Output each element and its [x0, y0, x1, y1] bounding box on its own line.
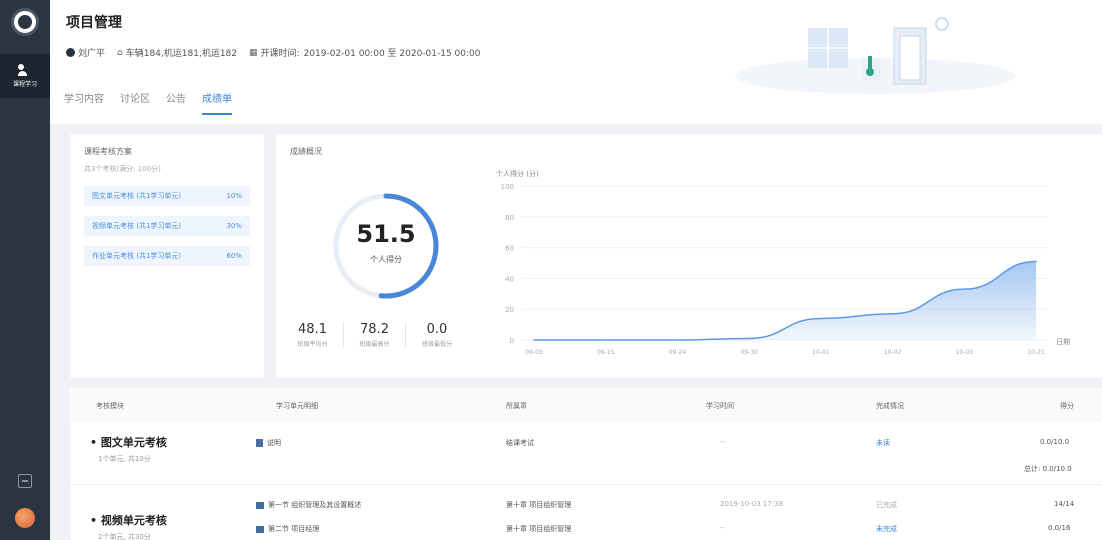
- plan-item-label: 图文单元考核 (共1学习单元): [92, 192, 182, 200]
- time-cell: 2019-10-03 17:38: [720, 500, 784, 508]
- plan-item-label: 作业单元考核 (共1学习单元): [92, 252, 182, 260]
- score-trend-chart: 0 20 40 60 80 100 个人得分 (分) 日期 09-03 09-15 09-24 09-…: [496, 169, 1070, 356]
- overview-title: 成绩概况: [290, 147, 322, 156]
- x-tick-label: 09-24: [669, 349, 687, 356]
- stat-class-highest: 78.2 班级最高分: [344, 322, 406, 348]
- tab-study-content[interactable]: 学习内容: [64, 90, 104, 115]
- data-point: [533, 339, 535, 341]
- document-icon: [256, 439, 263, 447]
- personal-score-label: 个人得分: [370, 255, 402, 264]
- data-point: [748, 337, 750, 340]
- time-prefix: 开课时间:: [260, 49, 300, 59]
- tab-announcement[interactable]: 公告: [166, 90, 186, 115]
- time-cell: --: [720, 524, 726, 532]
- page-title: 项目管理: [66, 15, 122, 31]
- group-total: 总计: 0.0/10.0: [1024, 465, 1072, 473]
- time-range: 2019-02-01 00:00 至 2020-01-15 00:00: [303, 49, 481, 59]
- home-icon: ⌂: [117, 47, 123, 58]
- y-tick-label: 0: [510, 337, 514, 345]
- table-header: 考核模块 学习单元明细 所属章 学习时间 完成情况 得分: [70, 388, 1102, 422]
- x-tick-label: 10-21: [1027, 349, 1045, 356]
- col-header: 学习时间: [706, 402, 734, 410]
- status-cell[interactable]: 未读: [876, 438, 890, 448]
- plan-item[interactable]: 视频单元考核 (共1学习单元) 30%: [84, 216, 250, 236]
- unit-link[interactable]: 第二节 项目经理: [256, 524, 319, 534]
- video-icon: [256, 525, 264, 533]
- status-cell[interactable]: 未完成: [876, 524, 897, 534]
- data-point: [820, 317, 822, 320]
- course-meta: 刘广平 ⌂ 车辆184,机运181,机运182 ▦ 开课时间: 2019-02-…: [66, 46, 493, 59]
- time-cell: --: [720, 438, 726, 446]
- y-tick-label: 40: [505, 275, 514, 283]
- y-axis-label: 个人得分 (分): [496, 169, 539, 178]
- assessment-plan-card: 课程考核方案 共3个考核(满分: 100分) 图文单元考核 (共1学习单元) 1…: [70, 134, 264, 378]
- teacher-name: 刘广平: [78, 49, 106, 59]
- unit-link[interactable]: 第一节 组织管理及其设置概述: [256, 500, 361, 510]
- y-tick-label: 60: [505, 245, 514, 253]
- y-tick-label: 80: [505, 214, 514, 222]
- y-tick-label: 20: [505, 306, 514, 314]
- data-point: [963, 288, 966, 290]
- data-point: [891, 313, 894, 315]
- group-title: • 视频单元考核: [90, 514, 167, 527]
- col-header: 学习单元明细: [276, 402, 318, 410]
- sidebar-item-course-study[interactable]: 课程学习: [0, 54, 50, 98]
- course-header: 项目管理 刘广平 ⌂ 车辆184,机运181,机运182 ▦ 开课时间: 201…: [50, 0, 1102, 124]
- data-point: [604, 339, 607, 341]
- sidebar: 课程学习: [0, 0, 50, 540]
- x-tick-label: 10-03: [956, 349, 974, 356]
- col-header: 考核模块: [96, 402, 124, 410]
- unit-link[interactable]: 说明: [256, 438, 281, 448]
- grade-table: 考核模块 学习单元明细 所属章 学习时间 完成情况 得分 • 图文单元考核 1个…: [70, 388, 1102, 540]
- score-cell: 14/14: [1054, 500, 1075, 508]
- teacher-avatar-icon: [66, 48, 75, 57]
- status-cell: 已完成: [876, 501, 897, 509]
- class-stats: 48.1 班级平均分 78.2 班级最高分 0.0 班级最低分: [282, 322, 468, 348]
- tab-gradebook[interactable]: 成绩单: [202, 90, 232, 115]
- group-subtitle: 2个单元, 共30分: [98, 533, 151, 540]
- y-tick-label: 100: [501, 183, 514, 191]
- x-tick-label: 09-15: [597, 349, 615, 356]
- plan-item[interactable]: 图文单元考核 (共1学习单元) 10%: [84, 186, 250, 206]
- chapter-cell: 第十章 项目组织管理: [506, 525, 572, 533]
- grade-overview-card: 成绩概况 51.5 个人得分 48.1 班级平均分 78.2 班级最高分 0.0…: [276, 134, 1102, 378]
- x-tick-label: 10-01: [812, 349, 830, 356]
- personal-score: 51.5: [356, 220, 416, 248]
- stat-class-lowest: 0.0 班级最低分: [421, 322, 452, 348]
- collapse-icon[interactable]: [18, 474, 32, 488]
- x-axis-label: 日期: [1056, 338, 1070, 346]
- plan-item-weight: 10%: [226, 192, 242, 200]
- avatar[interactable]: [15, 508, 35, 528]
- plan-item-label: 视频单元考核 (共1学习单元): [92, 222, 182, 230]
- group-subtitle: 1个单元, 共10分: [98, 455, 151, 463]
- plan-item-weight: 30%: [226, 222, 242, 230]
- x-tick-label: 09-03: [525, 349, 543, 356]
- user-icon: [18, 64, 32, 76]
- chapter-cell: 结课考试: [506, 439, 534, 447]
- sidebar-item-label: 课程学习: [12, 81, 37, 88]
- group-title: • 图文单元考核: [90, 436, 167, 449]
- room-illustration: [735, 17, 1015, 94]
- x-tick-label: 09-30: [740, 349, 758, 356]
- data-point: [1035, 260, 1037, 263]
- col-header: 完成情况: [876, 402, 904, 410]
- video-icon: [256, 501, 264, 509]
- plan-subtitle: 共3个考核(满分: 100分): [84, 165, 161, 173]
- data-point: [676, 339, 679, 341]
- x-tick-label: 10-02: [884, 349, 902, 356]
- tab-discussion[interactable]: 讨论区: [120, 90, 150, 115]
- score-cell: 0.0/10.0: [1040, 438, 1070, 446]
- calendar-icon: ▦: [249, 47, 258, 58]
- col-header: 所属章: [506, 402, 527, 410]
- course-tabs: 学习内容 讨论区 公告 成绩单: [64, 90, 248, 115]
- plan-item[interactable]: 作业单元考核 (共1学习单元) 60%: [84, 246, 250, 266]
- plan-item-weight: 60%: [226, 252, 242, 260]
- school-logo[interactable]: [11, 8, 39, 36]
- chapter-cell: 第十章 项目组织管理: [506, 501, 572, 509]
- class-list: 车辆184,机运181,机运182: [125, 49, 237, 59]
- plan-title: 课程考核方案: [84, 147, 132, 156]
- score-cell: 0.0/16: [1048, 524, 1071, 532]
- stat-class-average: 48.1 班级平均分: [282, 322, 344, 348]
- col-header: 得分: [1060, 402, 1074, 410]
